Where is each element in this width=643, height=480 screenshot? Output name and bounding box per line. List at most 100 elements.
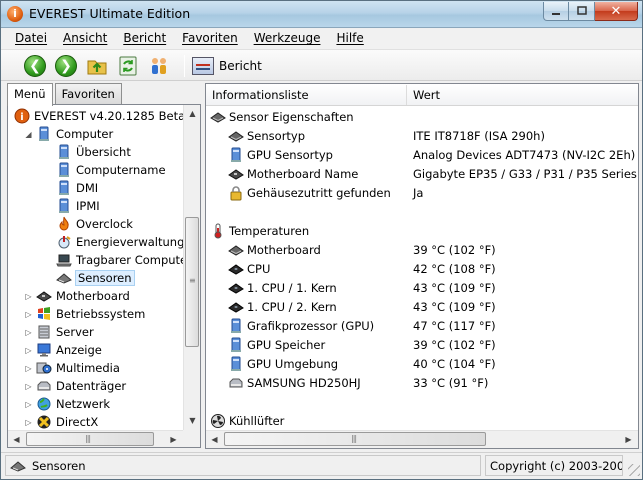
- list-item[interactable]: Motherboard 39 °C (102 °F): [206, 240, 638, 259]
- windows-icon: [36, 306, 52, 322]
- tree-item[interactable]: ▷ Netzwerk: [24, 395, 110, 413]
- tree-item-label: Netzwerk: [56, 397, 111, 411]
- list-item-label: Temperaturen: [229, 223, 310, 238]
- menu-hilfe[interactable]: Hilfe: [328, 29, 371, 49]
- tree-hscroll-thumb[interactable]: |||: [26, 432, 154, 446]
- tree-item[interactable]: ▷ Betriebssystem: [24, 305, 145, 323]
- collapsed-arrow-icon[interactable]: ▷: [24, 400, 33, 409]
- users-button[interactable]: [147, 54, 171, 78]
- resize-grip-icon[interactable]: [628, 464, 640, 476]
- close-button[interactable]: ✕: [595, 2, 638, 21]
- column-divider[interactable]: [406, 85, 407, 105]
- back-button[interactable]: ❮: [23, 54, 47, 78]
- list-hscroll-thumb[interactable]: |||: [224, 432, 486, 446]
- tree-item[interactable]: Computername: [44, 161, 166, 179]
- folder-up-icon: [87, 60, 107, 75]
- minimize-button[interactable]: [543, 2, 569, 21]
- list-horizontal-scrollbar[interactable]: ◀ ||| ▶: [206, 430, 638, 448]
- collapsed-arrow-icon[interactable]: ▷: [24, 382, 33, 391]
- tree-vertical-scrollbar[interactable]: ▲ ≡ ▼: [183, 105, 200, 430]
- tree-item[interactable]: ▷ DirectX: [24, 413, 98, 429]
- list-item-value: ITE IT8718F (ISA 290h): [413, 128, 545, 143]
- tree-item[interactable]: Tragbarer Computer: [44, 251, 183, 269]
- tree-item[interactable]: ▷ Multimedia: [24, 359, 120, 377]
- info-list: Sensor Eigenschaften Sensortyp ITE IT8718F…: [206, 107, 638, 429]
- list-group-header[interactable]: Sensor Eigenschaften: [206, 107, 638, 126]
- list-item-label: SAMSUNG HD250HJ: [247, 375, 361, 390]
- collapsed-arrow-icon[interactable]: ▷: [24, 310, 33, 319]
- tab-menu[interactable]: Menü: [7, 83, 53, 106]
- collapsed-arrow-icon[interactable]: ▷: [24, 364, 33, 373]
- list-group-header[interactable]: Temperaturen: [206, 221, 638, 240]
- laptop-icon: [56, 252, 72, 268]
- collapsed-arrow-icon[interactable]: ▷: [24, 328, 33, 337]
- list-item[interactable]: GPU Umgebung 40 °C (104 °F): [206, 354, 638, 373]
- tree-item[interactable]: DMI: [44, 179, 98, 197]
- tree-horizontal-scrollbar[interactable]: ◀ ||| ▶: [8, 430, 183, 447]
- tree-item[interactable]: Overclock: [44, 215, 133, 233]
- thermometer-icon: [210, 223, 226, 239]
- details-panel: Informationsliste Wert Sensor Eigenschaf…: [205, 83, 639, 449]
- list-item[interactable]: 1. CPU / 1. Kern 43 °C (109 °F): [206, 278, 638, 297]
- scroll-down-arrow-icon[interactable]: ▼: [184, 412, 200, 429]
- tree-item[interactable]: ▷ Motherboard: [24, 287, 129, 305]
- list-item[interactable]: Motherboard Name Gigabyte EP35 / G33 / P3…: [206, 164, 638, 183]
- scroll-right-arrow-icon[interactable]: ▶: [165, 431, 182, 447]
- menu-bericht[interactable]: Bericht: [115, 29, 174, 49]
- list-item[interactable]: Grafikprozessor (GPU) 47 °C (117 °F): [206, 316, 638, 335]
- motherboard-icon: [36, 291, 52, 302]
- tree-item[interactable]: ▷ Server: [24, 323, 93, 341]
- forward-arrow-icon: ❯: [55, 55, 77, 77]
- toolbar-separator: [184, 55, 185, 77]
- tree-item[interactable]: Energieverwaltung: [44, 233, 183, 251]
- tree-item-label: DMI: [76, 181, 99, 195]
- directx-icon: [36, 414, 52, 429]
- column-informationsliste[interactable]: Informationsliste: [212, 88, 309, 102]
- list-item[interactable]: Gehäusezutritt gefunden Ja: [206, 183, 638, 202]
- tree-item[interactable]: ▷ Datenträger: [24, 377, 126, 395]
- tree-item[interactable]: Übersicht: [44, 143, 131, 161]
- everest-icon: i: [14, 108, 30, 124]
- menu-datei[interactable]: Datei: [7, 29, 55, 49]
- list-item[interactable]: GPU Speicher 39 °C (102 °F): [206, 335, 638, 354]
- list-item[interactable]: 1. CPU / 2. Kern 43 °C (109 °F): [206, 297, 638, 316]
- tab-favoriten[interactable]: Favoriten: [54, 83, 122, 104]
- tree-item[interactable]: i EVEREST v4.20.1285 Beta: [14, 107, 183, 125]
- maximize-button[interactable]: [569, 2, 595, 21]
- scroll-left-arrow-icon[interactable]: ◀: [8, 431, 25, 447]
- collapsed-arrow-icon[interactable]: ▷: [24, 346, 33, 355]
- scroll-right-arrow-icon[interactable]: ▶: [620, 431, 637, 448]
- list-item[interactable]: GPU Sensortyp Analog Devices ADT7473 (NV-…: [206, 145, 638, 164]
- list-item[interactable]: CPU 42 °C (108 °F): [206, 259, 638, 278]
- collapsed-arrow-icon[interactable]: ▷: [24, 292, 33, 301]
- list-item-name: Sensortyp: [228, 128, 305, 144]
- up-button[interactable]: [85, 54, 109, 78]
- tree-item[interactable]: IPMI: [44, 197, 100, 215]
- list-item[interactable]: Sensortyp ITE IT8718F (ISA 290h): [206, 126, 638, 145]
- menu-favoriten[interactable]: Favoriten: [174, 29, 246, 49]
- list-item[interactable]: SAMSUNG HD250HJ 33 °C (91 °F): [206, 373, 638, 392]
- list-group-header[interactable]: Kühllüfter: [206, 411, 638, 429]
- collapsed-arrow-icon[interactable]: ▷: [24, 418, 33, 427]
- expanded-arrow-icon[interactable]: ◢: [24, 130, 33, 139]
- tree-item[interactable]: ▷ Anzeige: [24, 341, 101, 359]
- tree-item[interactable]: ◢ Computer: [24, 125, 113, 143]
- tree-item-label: Tragbarer Computer: [76, 253, 183, 267]
- title-bar[interactable]: i EVEREST Ultimate Edition ✕: [1, 1, 642, 28]
- scroll-up-arrow-icon[interactable]: ▲: [184, 105, 200, 122]
- computer-icon: [56, 198, 72, 214]
- tree-item[interactable]: Sensoren: [44, 269, 135, 287]
- list-item-label: Motherboard: [247, 242, 321, 257]
- menu-werkzeuge[interactable]: Werkzeuge: [246, 29, 329, 49]
- refresh-button[interactable]: [116, 54, 140, 78]
- menu-ansicht[interactable]: Ansicht: [55, 29, 115, 49]
- tree-view: i EVEREST v4.20.1285 Beta ◢ Computer Übersic…: [7, 104, 201, 448]
- column-wert[interactable]: Wert: [413, 88, 440, 102]
- tree-scroll-thumb[interactable]: ≡: [185, 217, 199, 347]
- forward-button[interactable]: ❯: [54, 54, 78, 78]
- report-button[interactable]: Bericht: [192, 54, 266, 78]
- grip-icon: |||: [351, 434, 357, 443]
- multimedia-icon: [36, 362, 52, 374]
- chip-icon: [228, 130, 244, 142]
- scroll-left-arrow-icon[interactable]: ◀: [206, 431, 223, 448]
